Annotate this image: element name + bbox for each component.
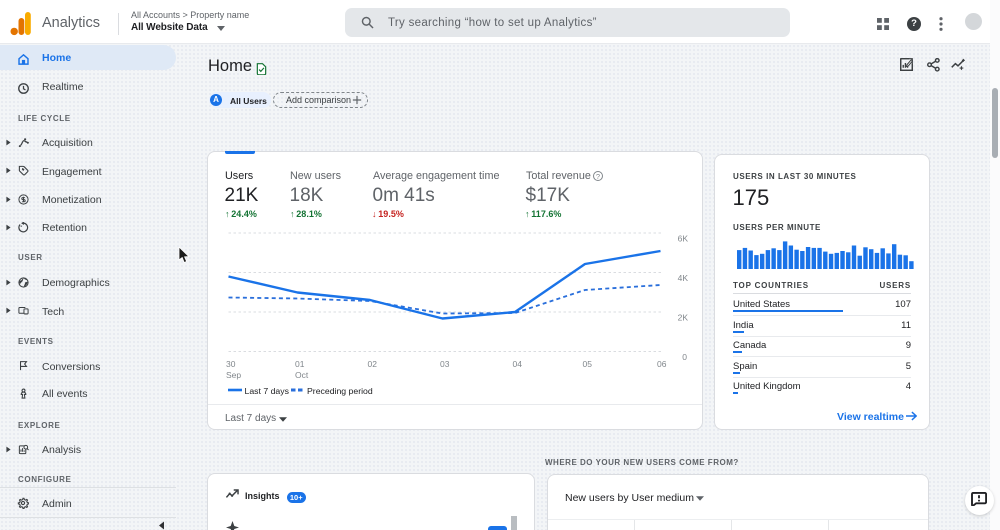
svg-text:2K: 2K — [678, 313, 689, 323]
svg-text:0: 0 — [682, 352, 687, 362]
svg-text:03: 03 — [440, 359, 450, 369]
svg-text:Sep: Sep — [226, 370, 241, 380]
svg-text:30: 30 — [226, 359, 236, 369]
svg-text:Oct: Oct — [295, 370, 309, 380]
svg-text:04: 04 — [513, 359, 523, 369]
svg-text:6K: 6K — [678, 234, 689, 244]
svg-text:4K: 4K — [678, 273, 689, 283]
svg-text:06: 06 — [657, 359, 667, 369]
svg-text:02: 02 — [368, 359, 378, 369]
svg-text:05: 05 — [583, 359, 593, 369]
svg-text:01: 01 — [295, 359, 305, 369]
